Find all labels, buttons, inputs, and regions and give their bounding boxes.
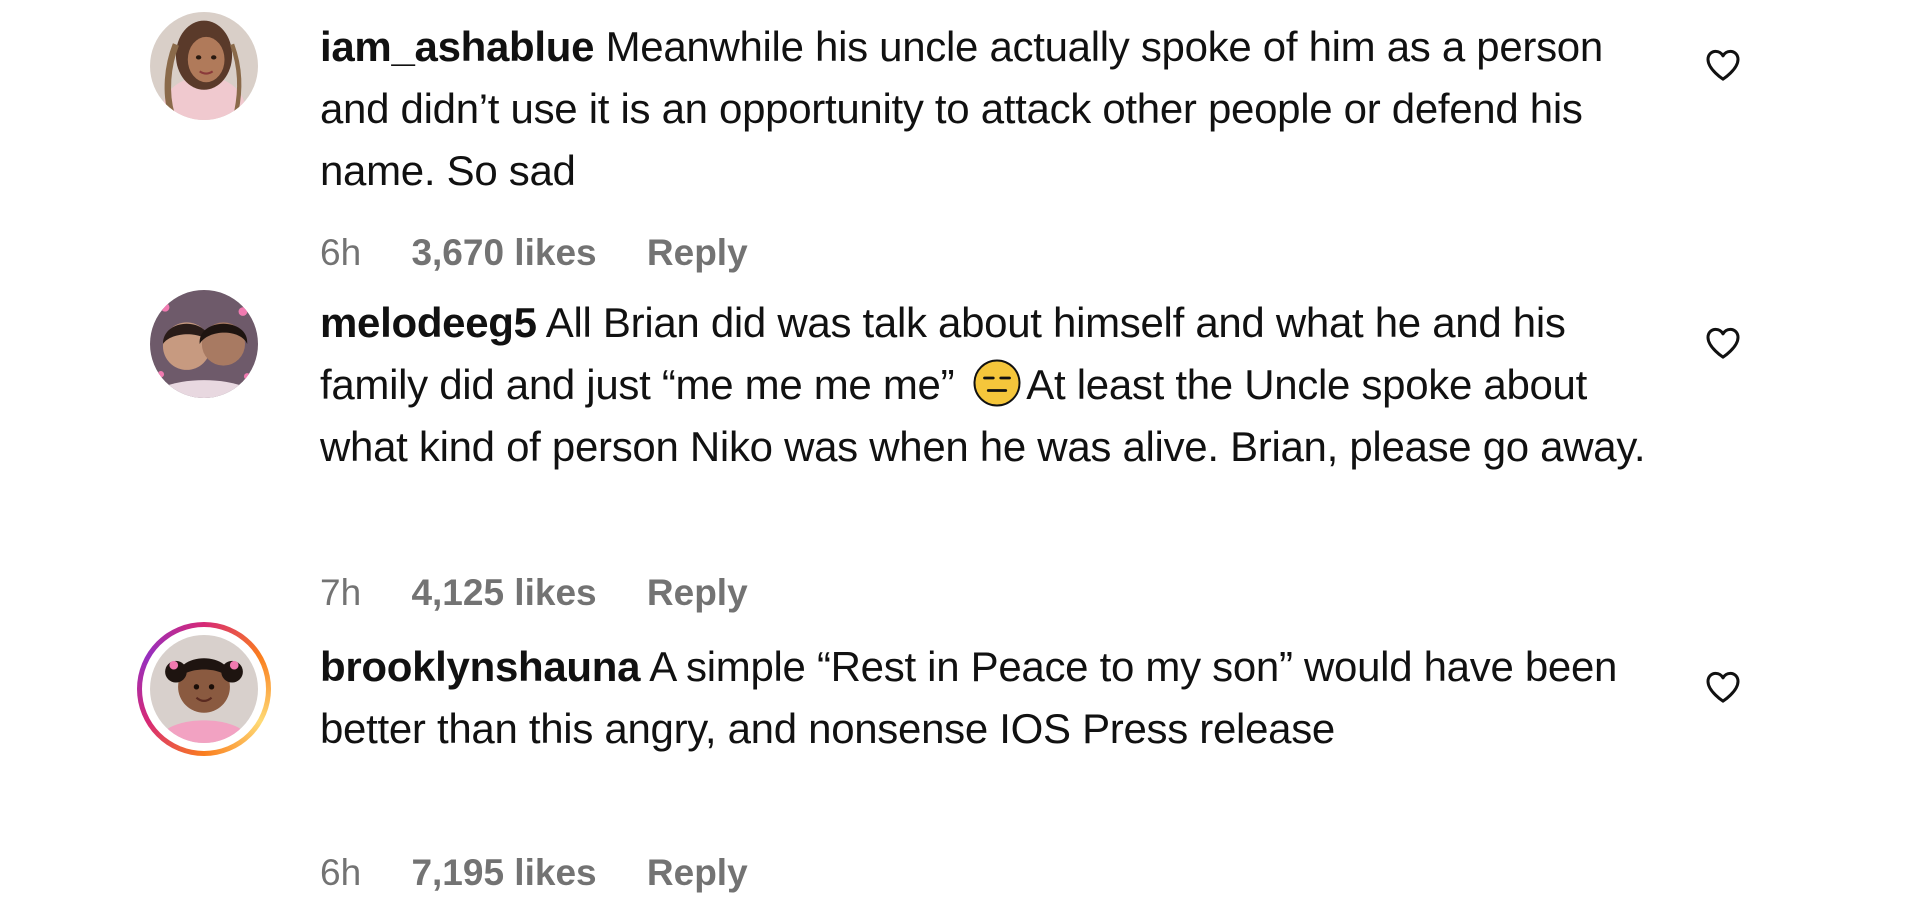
comment-body: brooklynshauna A simple “Rest in Peace t… <box>320 636 1650 760</box>
comments-list: iam_ashablue Meanwhile his uncle actuall… <box>0 0 1920 900</box>
heart-outline-icon <box>1706 49 1740 81</box>
comment-username[interactable]: iam_ashablue <box>320 23 595 70</box>
heart-outline-icon <box>1706 671 1740 703</box>
user-photo-avatar-icon <box>150 290 258 398</box>
comment-meta: 6h 3,670 likes Reply <box>320 232 748 274</box>
comment-timestamp[interactable]: 7h <box>320 572 361 614</box>
comment-timestamp[interactable]: 6h <box>320 232 361 274</box>
comment-username[interactable]: melodeeg5 <box>320 299 537 346</box>
comment-likes-count[interactable]: 7,195 likes <box>411 852 596 894</box>
avatar[interactable] <box>137 622 271 756</box>
comment-body: melodeeg5 All Brian did was talk about h… <box>320 292 1650 478</box>
avatar[interactable] <box>150 12 258 120</box>
comment-likes-count[interactable]: 3,670 likes <box>411 232 596 274</box>
comment-likes-count[interactable]: 4,125 likes <box>411 572 596 614</box>
comment-meta: 6h 7,195 likes Reply <box>320 852 748 894</box>
user-photo-avatar-story-ring-icon <box>150 635 258 743</box>
like-button[interactable] <box>1703 323 1743 363</box>
like-button[interactable] <box>1703 667 1743 707</box>
comment-meta: 7h 4,125 likes Reply <box>320 572 748 614</box>
avatar-photo <box>150 635 258 743</box>
reply-button[interactable]: Reply <box>647 232 748 274</box>
reply-button[interactable]: Reply <box>647 852 748 894</box>
comment-timestamp[interactable]: 6h <box>320 852 361 894</box>
avatar[interactable] <box>150 290 258 398</box>
heart-outline-icon <box>1706 327 1740 359</box>
user-photo-avatar-icon <box>150 12 258 120</box>
comment-body: iam_ashablue Meanwhile his uncle actuall… <box>320 16 1650 202</box>
reply-button[interactable]: Reply <box>647 572 748 614</box>
comment-username[interactable]: brooklynshauna <box>320 643 641 690</box>
expressionless-face-icon <box>972 358 1022 408</box>
like-button[interactable] <box>1703 45 1743 85</box>
